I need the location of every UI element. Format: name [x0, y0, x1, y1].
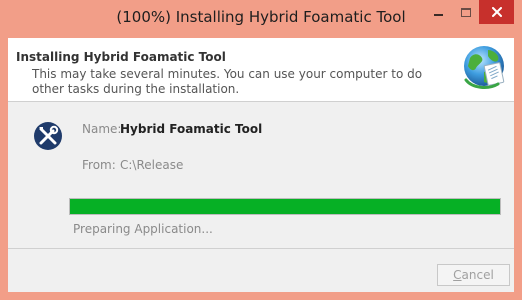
cancel-button[interactable]: Cancel	[437, 264, 510, 286]
dialog-client: Installing Hybrid Foamatic Tool This may…	[8, 38, 514, 292]
close-icon	[491, 7, 502, 17]
minimize-button[interactable]	[425, 0, 452, 24]
maximize-icon	[460, 7, 471, 17]
minimize-icon	[434, 13, 443, 16]
name-label: Name:	[82, 122, 122, 136]
status-text: Preparing Application...	[73, 222, 213, 236]
installer-window: (100%) Installing Hybrid Foamatic Tool I…	[0, 0, 522, 300]
header-title: Installing Hybrid Foamatic Tool	[16, 50, 226, 64]
from-label: From:	[82, 158, 116, 172]
install-details: Name: Hybrid Foamatic Tool From: C:\Rele…	[8, 102, 514, 248]
header-description: This may take several minutes. You can u…	[32, 67, 423, 96]
progress-bar	[69, 198, 501, 215]
from-value: C:\Release	[120, 158, 184, 172]
close-button[interactable]	[479, 0, 514, 24]
cancel-label-rest: ancel	[461, 268, 494, 282]
progress-fill	[70, 199, 500, 214]
tools-icon	[34, 122, 62, 150]
maximize-button[interactable]	[452, 0, 479, 24]
dialog-footer: Cancel	[8, 249, 514, 292]
dialog-header: Installing Hybrid Foamatic Tool This may…	[8, 38, 514, 101]
cancel-accelerator: C	[453, 268, 462, 282]
name-value: Hybrid Foamatic Tool	[120, 122, 263, 136]
globe-install-icon	[464, 46, 505, 89]
title-bar[interactable]: (100%) Installing Hybrid Foamatic Tool	[0, 0, 522, 38]
